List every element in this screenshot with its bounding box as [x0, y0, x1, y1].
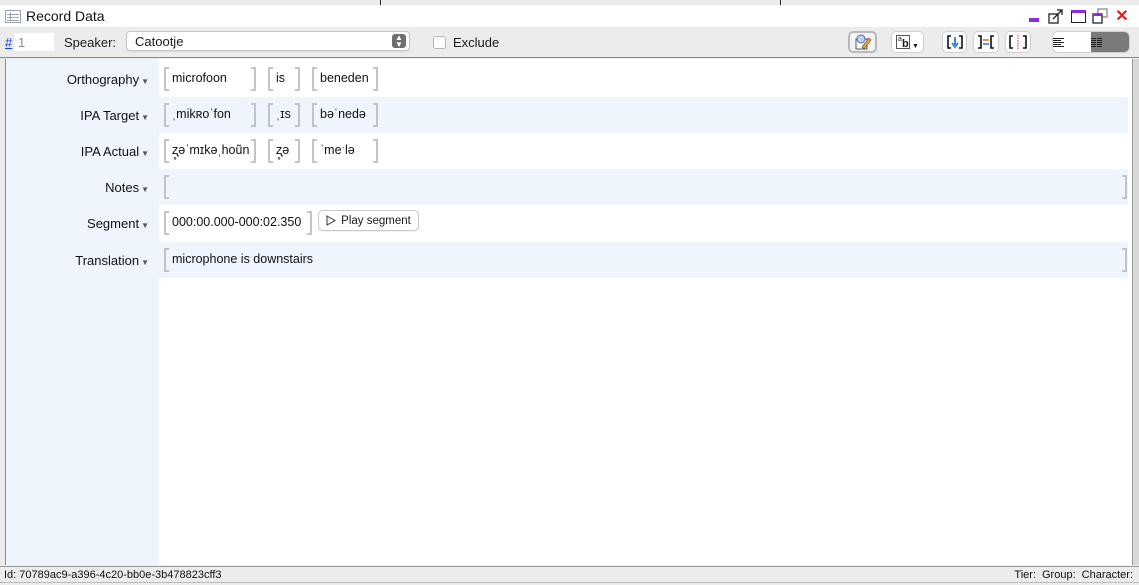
columns-icon	[1091, 37, 1129, 47]
close-button[interactable]: ✕	[1113, 7, 1131, 25]
maximize-button[interactable]	[1069, 7, 1087, 25]
status-group: Group:	[1042, 569, 1076, 581]
status-tier: Tier:	[1014, 569, 1036, 581]
tier-group[interactable]: microfoon	[164, 67, 256, 91]
chevron-down-icon: ▼	[141, 185, 149, 194]
tier-row-notes: Notes ▼	[6, 169, 1133, 205]
tier-row-ipa-actual: IPA Actual ▼ ʐ̥əˈmɪkəˌhoũn ʐ̥ə ˈmeˑlə	[6, 133, 1133, 169]
minimize-button[interactable]	[1025, 7, 1043, 25]
restore-icon	[1092, 8, 1108, 24]
window-title: Record Data	[26, 8, 105, 24]
tier-label[interactable]: IPA Target ▼	[6, 108, 159, 123]
exclude-label: Exclude	[453, 35, 500, 50]
tier-group[interactable]: is	[268, 67, 300, 91]
chevron-down-icon: ▼	[141, 77, 149, 86]
merge-groups-button[interactable]	[973, 31, 999, 53]
align-left-icon	[1053, 37, 1091, 47]
tier-label[interactable]: Orthography ▼	[6, 72, 159, 87]
chevron-down-icon: ▼	[141, 221, 149, 230]
segment-field[interactable]: 000:00.000-000:02.350	[164, 211, 312, 235]
tier-group[interactable]: ʐ̥ə	[268, 139, 300, 163]
select-arrows-icon: ▲ ▼	[392, 34, 406, 49]
tier-groups: ʐ̥əˈmɪkəˌhoũn ʐ̥ə ˈmeˑlə	[159, 133, 1128, 169]
tier-group[interactable]: ˌɪs	[268, 103, 300, 127]
minimize-icon	[1029, 18, 1039, 22]
speaker-select[interactable]: Catootje ▲ ▼	[126, 31, 410, 51]
tier-label[interactable]: Segment ▼	[6, 216, 159, 231]
tier-label[interactable]: Notes ▼	[6, 180, 159, 195]
status-bar: Id: 70789ac9-a396-4c20-bb0e-3b478823cff3…	[0, 566, 1139, 582]
tier-groups: ˌmikʀoˈfon ˌɪs bəˈnedə	[159, 97, 1128, 133]
aligned-layout-option[interactable]	[1091, 32, 1129, 52]
tier-groups	[159, 169, 1128, 205]
vertical-scrollbar[interactable]	[1132, 59, 1139, 565]
table-icon	[5, 9, 21, 23]
maximize-icon	[1070, 9, 1086, 23]
tier-groups: 000:00.000-000:02.350 Play segment	[159, 205, 1128, 241]
layout-toggle	[1052, 31, 1130, 53]
record-id: Id: 70789ac9-a396-4c20-bb0e-3b478823cff3	[4, 569, 222, 581]
title-bar: Record Data ✕	[0, 5, 1139, 27]
tier-group[interactable]: bəˈnedə	[312, 103, 378, 127]
speaker-label: Speaker:	[64, 35, 117, 50]
merge-groups-icon	[978, 35, 994, 49]
chevron-down-icon: ▼	[141, 149, 149, 158]
tier-group[interactable]: ˌmikʀoˈfon	[164, 103, 256, 127]
translation-field[interactable]: microphone is downstairs	[164, 248, 1127, 272]
tier-label[interactable]: IPA Actual ▼	[6, 144, 159, 159]
edit-tiers-button[interactable]	[848, 31, 877, 53]
tier-group[interactable]: ˈmeˑlə	[312, 139, 378, 163]
tier-row-ipa-target: IPA Target ▼ ˌmikʀoˈfon ˌɪs bəˈnedə	[6, 97, 1133, 133]
restore-button[interactable]	[1091, 7, 1109, 25]
tier-row-translation: Translation ▼ microphone is downstairs	[6, 242, 1133, 278]
font-button[interactable]: ab ▼	[891, 31, 924, 53]
detach-button[interactable]	[1047, 7, 1065, 25]
new-group-icon	[946, 35, 963, 49]
chevron-down-icon: ▼	[912, 42, 919, 50]
new-group-button[interactable]	[942, 31, 967, 53]
exclude-checkbox[interactable]	[433, 36, 446, 49]
status-character: Character:	[1081, 569, 1133, 581]
split-group-button[interactable]	[1005, 31, 1031, 53]
tier-groups: microfoon is beneden	[159, 61, 1128, 97]
record-toolbar: # Speaker: Catootje ▲▼ Exclude ab ▼	[0, 27, 1139, 58]
tier-row-orthography: Orthography ▼ microfoon is beneden	[6, 61, 1133, 97]
tier-group[interactable]: ʐ̥əˈmɪkəˌhoũn	[164, 139, 256, 163]
tier-label[interactable]: Translation ▼	[6, 253, 159, 268]
chevron-down-icon: ▼	[141, 113, 149, 122]
close-icon: ✕	[1115, 8, 1129, 25]
record-number-link[interactable]: #	[5, 35, 12, 50]
record-tier-panel: Orthography ▼ microfoon is beneden IPA Ta…	[5, 59, 1132, 565]
play-icon	[326, 215, 337, 226]
font-ab-icon: ab	[896, 35, 911, 50]
play-segment-button[interactable]: Play segment	[318, 210, 419, 231]
split-group-icon	[1009, 35, 1027, 49]
notes-field[interactable]	[164, 175, 1127, 199]
tier-groups: microphone is downstairs	[159, 242, 1128, 278]
speaker-value: Catootje	[135, 34, 184, 49]
simple-layout-option[interactable]	[1053, 32, 1091, 52]
chevron-down-icon: ▼	[141, 258, 149, 267]
record-number-field[interactable]	[14, 33, 54, 51]
find-edit-icon	[855, 34, 871, 50]
tier-group[interactable]: beneden	[312, 67, 378, 91]
detach-icon	[1048, 9, 1063, 24]
tier-row-segment: Segment ▼ 000:00.000-000:02.350 Play segm…	[6, 205, 1133, 241]
